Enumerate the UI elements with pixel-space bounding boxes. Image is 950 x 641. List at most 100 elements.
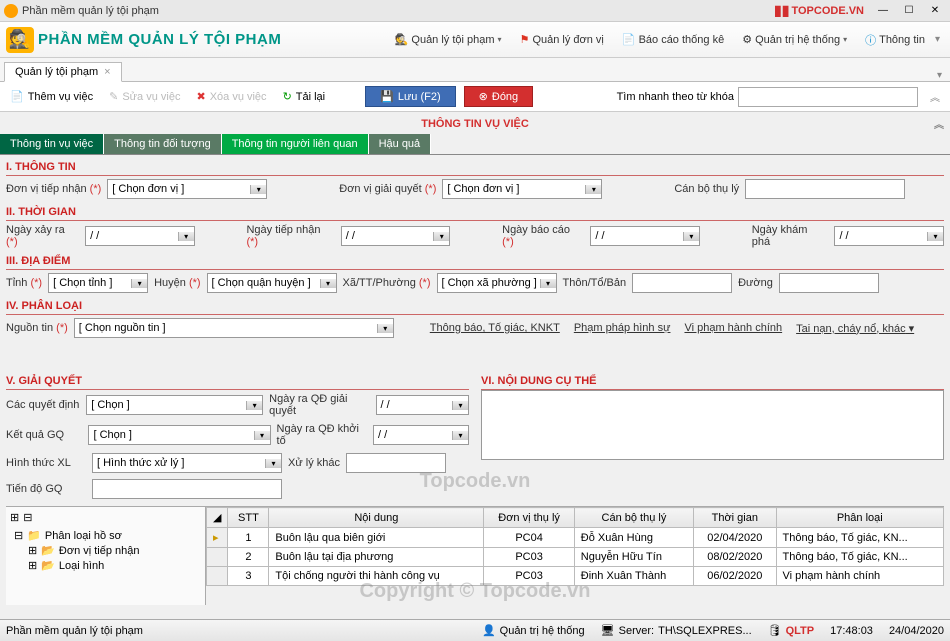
tabs-dropdown-icon[interactable]: ▾ [933, 70, 946, 81]
lbl-ward: Xã/TT/Phường (*) [343, 277, 431, 289]
maximize-button[interactable]: ☐ [898, 3, 920, 19]
app-title: PHẦN MỀM QUẢN LÝ TỘI PHẠM [38, 31, 281, 48]
menu-info[interactable]: ⓘThông tin [859, 30, 931, 50]
lbl-qdgq: Ngày ra QĐ giải quyết [269, 393, 369, 417]
col-type[interactable]: Phân loại [776, 508, 943, 528]
lbl-officer: Cán bộ thụ lý [674, 183, 739, 195]
status-db: 🛢QLTP [768, 624, 814, 637]
sel-district[interactable]: [ Chọn quận huyện ]▾ [207, 273, 337, 293]
ribbon-header: 🕵️ PHẦN MỀM QUẢN LÝ TỘI PHẠM 🕵️Quản lý t… [0, 22, 950, 58]
col-content[interactable]: Nội dung [269, 508, 484, 528]
edit-button[interactable]: ✎Sửa vụ việc [105, 88, 184, 105]
lbl-province: Tỉnh (*) [6, 277, 42, 289]
inp-street[interactable] [779, 273, 879, 293]
date-qdkt[interactable]: / /▾ [373, 425, 469, 445]
close-window-button[interactable]: ✕ [924, 3, 946, 19]
col-stt[interactable]: STT [228, 508, 269, 528]
lbl-source: Nguồn tin (*) [6, 322, 68, 334]
tree-expand-icon[interactable]: ⊞ [10, 511, 19, 524]
save-button[interactable]: 💾Lưu (F2) [365, 86, 456, 107]
section-collapse-icon[interactable]: ︽ [934, 116, 944, 131]
date-discover[interactable]: / /▾ [834, 226, 944, 246]
ribbon-collapse-icon[interactable]: ▾ [931, 34, 944, 45]
sel-source[interactable]: [ Chọn nguồn tin ]▾ [74, 318, 394, 338]
status-user: 👤Quản trị hệ thống [482, 624, 585, 637]
menu-admin[interactable]: ⚙Quản trị hệ thống▾ [736, 30, 853, 50]
date-qdgq[interactable]: / /▾ [376, 395, 469, 415]
section-title: THÔNG TIN VỤ VIỆC ︽ [0, 112, 950, 134]
subtab-related[interactable]: Thông tin người liên quan [222, 134, 369, 154]
col-unit[interactable]: Đơn vị thụ lý [484, 508, 574, 528]
group2-head: II. THỜI GIAN [6, 204, 944, 221]
menu-unit[interactable]: ⚑Quản lý đơn vị [514, 30, 610, 50]
group3-head: III. ĐỊA ĐIỂM [6, 253, 944, 270]
grid-corner[interactable]: ◢ [207, 508, 228, 528]
subtab-case[interactable]: Thông tin vụ việc [0, 134, 104, 154]
group5-head: V. GIẢI QUYẾT [6, 373, 469, 390]
sel-form[interactable]: [ Hình thức xử lý ]▾ [92, 453, 282, 473]
lbl-other: Xử lý khác [288, 457, 340, 469]
tree-root[interactable]: ⊟📁Phân loại hồ sơ [10, 528, 201, 543]
lbl-date-report: Ngày báo cáo (*) [502, 224, 584, 248]
lbl-street: Đường [738, 277, 773, 289]
link-type-1[interactable]: Phạm pháp hình sự [570, 322, 675, 334]
table-row[interactable]: ▸ 1Buôn lậu qua biên giớiPC04 Đỗ Xuân Hù… [207, 528, 944, 548]
brand-logo: ▮▮TOPCODE.VN [774, 2, 864, 19]
close-button[interactable]: ⊗Đóng [464, 86, 534, 107]
col-time[interactable]: Thời gian [694, 508, 776, 528]
lbl-qdkt: Ngày ra QĐ khởi tố [277, 423, 367, 447]
lbl-date-recv: Ngày tiếp nhận (*) [246, 224, 334, 248]
toolbar: 📄Thêm vụ việc ✎Sửa vụ việc ✖Xóa vụ việc … [0, 82, 950, 112]
subtab-subject[interactable]: Thông tin đối tượng [104, 134, 222, 154]
table-row[interactable]: 2Buôn lậu tại địa phươngPC03 Nguyễn Hữu … [207, 548, 944, 567]
lbl-decisions: Các quyết định [6, 399, 80, 411]
window-titlebar: Phần mềm quản lý tội phạm ▮▮TOPCODE.VN —… [0, 0, 950, 22]
close-tab-icon[interactable]: × [104, 66, 110, 78]
status-server: 🖥Server:TH\SQLEXPRES... [601, 624, 752, 637]
inp-progress[interactable] [92, 479, 282, 499]
lbl-hamlet: Thôn/Tổ/Bản [563, 277, 627, 289]
inp-officer[interactable] [745, 179, 905, 199]
lbl-date-happen: Ngày xảy ra (*) [6, 224, 79, 248]
menu-crime[interactable]: 🕵️Quản lý tội phạm▾ [389, 30, 508, 50]
content-textarea[interactable] [481, 390, 944, 460]
doctab-active[interactable]: Quản lý tội phạm × [4, 62, 122, 82]
reload-button[interactable]: ↻Tải lại [279, 88, 330, 105]
col-officer[interactable]: Cán bộ thụ lý [574, 508, 693, 528]
lbl-result: Kết quả GQ [6, 429, 82, 441]
inp-hamlet[interactable] [632, 273, 732, 293]
sel-decisions[interactable]: [ Chọn ]▾ [86, 395, 263, 415]
date-recv[interactable]: / /▾ [341, 226, 451, 246]
toolbar-collapse-icon[interactable]: ︽ [926, 89, 944, 104]
tree-recv[interactable]: ⊞📂Đơn vị tiếp nhận [24, 543, 201, 558]
sel-solve-unit[interactable]: [ Chọn đơn vị ]▾ [442, 179, 602, 199]
search-input[interactable] [738, 87, 918, 107]
sel-ward[interactable]: [ Chọn xã phường ]▾ [437, 273, 557, 293]
menu-report[interactable]: 📄Báo cáo thống kê [616, 30, 730, 50]
add-button[interactable]: 📄Thêm vụ việc [6, 88, 97, 105]
lbl-form: Hình thức XL [6, 457, 86, 469]
tree-collapse-icon[interactable]: ⊟ [23, 511, 32, 524]
grid-header-row: ◢ STT Nội dung Đơn vị thụ lý Cán bộ thụ … [207, 508, 944, 528]
link-type-0[interactable]: Thông báo, Tố giác, KNKT [426, 322, 564, 334]
table-row[interactable]: 3Tội chống người thi hành công vụPC03 Đi… [207, 567, 944, 586]
search-label: Tìm nhanh theo từ khóa [617, 91, 734, 103]
status-app: Phần mềm quản lý tội phạm [6, 625, 143, 637]
group1-head: I. THÔNG TIN [6, 159, 944, 176]
date-happen[interactable]: / /▾ [85, 226, 195, 246]
inp-other[interactable] [346, 453, 446, 473]
window-title: Phần mềm quản lý tội phạm [22, 5, 774, 17]
date-report[interactable]: / /▾ [590, 226, 700, 246]
lbl-solve-unit: Đơn vị giải quyết (*) [339, 183, 436, 195]
sel-recv-unit[interactable]: [ Chọn đơn vị ]▾ [107, 179, 267, 199]
detective-icon: 🕵️ [6, 27, 34, 53]
subtab-consequence[interactable]: Hậu quả [369, 134, 432, 154]
link-type-3[interactable]: Tai nạn, cháy nổ, khác ▾ [792, 322, 918, 335]
sel-result[interactable]: [ Chọn ]▾ [88, 425, 270, 445]
delete-button[interactable]: ✖Xóa vụ việc [192, 88, 270, 105]
tree-type[interactable]: ⊞📂Loại hình [24, 558, 201, 573]
main-menu: 🕵️Quản lý tội phạm▾ ⚑Quản lý đơn vị 📄Báo… [389, 30, 931, 50]
link-type-2[interactable]: Vi phạm hành chính [680, 322, 786, 334]
sel-province[interactable]: [ Chọn tỉnh ]▾ [48, 273, 148, 293]
minimize-button[interactable]: — [872, 3, 894, 19]
